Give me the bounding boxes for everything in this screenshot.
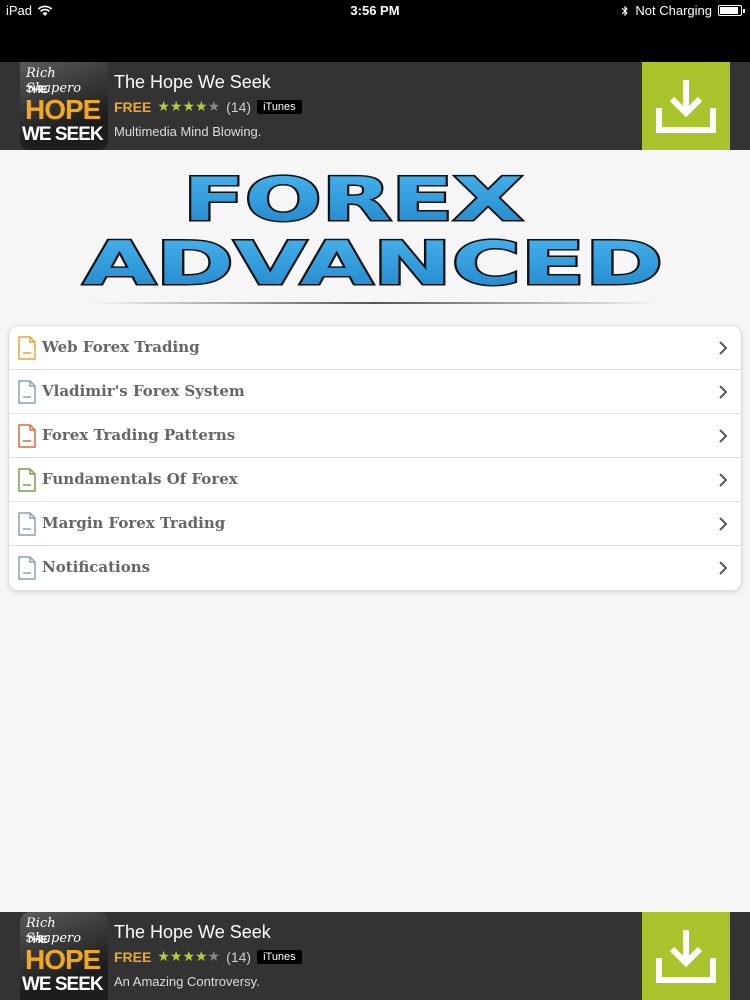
rating-count: (14) xyxy=(226,948,252,965)
ad-price: FREE xyxy=(114,948,152,965)
ad-price: FREE xyxy=(114,98,152,115)
star-empty-icon: ★ xyxy=(207,98,221,114)
logo-divider xyxy=(90,302,660,304)
chevron-right-icon xyxy=(719,517,727,531)
star-filled-icon: ★ xyxy=(157,98,170,114)
bluetooth-icon xyxy=(622,5,629,16)
menu-item-notifications[interactable]: Notifications xyxy=(9,546,741,590)
rating-stars: ★★★★★ xyxy=(157,948,220,965)
ad-thumbnail[interactable]: Rich Shapero THE HOPE WE SEEK xyxy=(20,62,108,150)
chevron-right-icon xyxy=(719,561,727,575)
document-icon xyxy=(18,380,36,404)
document-icon xyxy=(18,468,36,492)
rating-stars: ★★★★★ xyxy=(157,98,220,115)
ad-banner-top[interactable]: Rich Shapero THE HOPE WE SEEK The Hope W… xyxy=(0,62,750,150)
menu-item-forex-trading-patterns[interactable]: Forex Trading Patterns xyxy=(9,414,741,458)
menu-item-label: Fundamentals Of Forex xyxy=(42,470,238,488)
logo-line1: FOREX xyxy=(183,165,523,235)
battery-icon xyxy=(718,5,745,16)
itunes-badge: iTunes xyxy=(257,949,302,964)
menu-item-label: Vladimir's Forex System xyxy=(42,382,245,400)
document-icon xyxy=(18,512,36,536)
charging-status: Not Charging xyxy=(635,3,712,18)
download-icon xyxy=(656,80,716,133)
ad-subtitle: Multimedia Mind Blowing. xyxy=(114,124,262,139)
thumb-hope: HOPE xyxy=(25,944,101,975)
menu-item-label: Notifications xyxy=(42,558,151,576)
ad-banner-bottom[interactable]: Rich Shapero THE HOPE WE SEEK The Hope W… xyxy=(0,912,750,1000)
menu-item-label: Web Forex Trading xyxy=(42,338,200,356)
document-icon xyxy=(18,556,36,580)
document-icon xyxy=(18,424,36,448)
star-empty-icon: ★ xyxy=(207,948,221,964)
menu-item-label: Forex Trading Patterns xyxy=(42,426,236,444)
star-filled-icon: ★ xyxy=(157,948,170,964)
ad-title: The Hope We Seek xyxy=(114,72,271,92)
star-filled-icon: ★ xyxy=(195,948,208,964)
menu-item-vladimirs-forex-system[interactable]: Vladimir's Forex System xyxy=(9,370,741,414)
star-filled-icon: ★ xyxy=(195,98,208,114)
rating-count: (14) xyxy=(226,98,252,115)
star-filled-icon: ★ xyxy=(169,948,183,964)
itunes-badge: iTunes xyxy=(257,99,302,114)
thumb-we-seek: WE SEEK xyxy=(22,124,104,145)
download-icon xyxy=(656,930,716,983)
menu-list: Web Forex Trading Vladimir's Forex Syste… xyxy=(8,325,742,591)
ad-title: The Hope We Seek xyxy=(114,922,271,942)
chevron-right-icon xyxy=(719,341,727,355)
chevron-right-icon xyxy=(719,385,727,399)
chevron-right-icon xyxy=(719,473,727,487)
menu-item-label: Margin Forex Trading xyxy=(42,514,226,532)
ad-subtitle: An Amazing Controversy. xyxy=(114,974,260,989)
menu-item-margin-forex-trading[interactable]: Margin Forex Trading xyxy=(9,502,741,546)
ad-thumbnail[interactable]: Rich Shapero THE HOPE WE SEEK xyxy=(20,912,108,1000)
download-button[interactable] xyxy=(642,912,730,1000)
chevron-right-icon xyxy=(719,429,727,443)
menu-item-fundamentals-of-forex[interactable]: Fundamentals Of Forex xyxy=(9,458,741,502)
status-bar: iPad 3:56 PM Not Charging xyxy=(0,0,750,62)
thumb-hope: HOPE xyxy=(25,94,101,125)
download-button[interactable] xyxy=(642,62,730,150)
document-icon xyxy=(18,336,36,360)
app-logo: FOREX ADVANCED xyxy=(82,164,665,301)
menu-item-web-forex-trading[interactable]: Web Forex Trading xyxy=(9,326,741,370)
thumb-we-seek: WE SEEK xyxy=(22,974,104,995)
star-filled-icon: ★ xyxy=(182,98,196,114)
star-filled-icon: ★ xyxy=(169,98,183,114)
logo-line2: ADVANCED xyxy=(83,229,663,299)
star-filled-icon: ★ xyxy=(182,948,196,964)
